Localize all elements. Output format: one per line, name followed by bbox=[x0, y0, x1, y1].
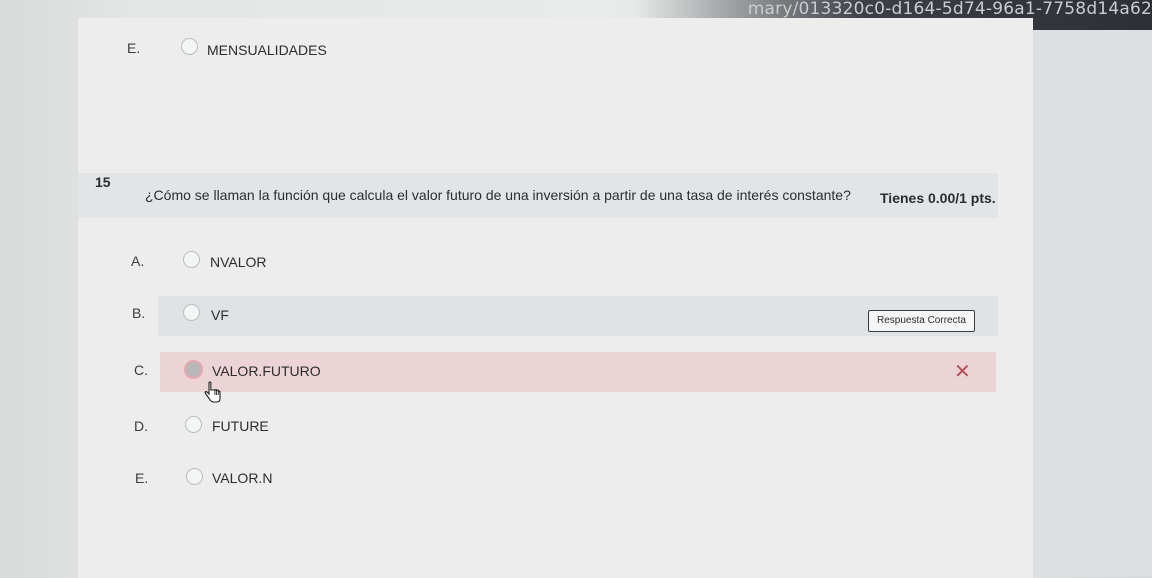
option-e-text: VALOR.N bbox=[212, 470, 273, 486]
prev-option-e-letter: E. bbox=[127, 40, 141, 56]
option-b-radio[interactable] bbox=[183, 304, 200, 321]
hand-cursor-icon bbox=[204, 381, 221, 403]
question-number: 15 bbox=[95, 174, 111, 190]
option-b-text: VF bbox=[211, 307, 229, 323]
option-d-radio[interactable] bbox=[185, 416, 202, 433]
prev-option-e-text: MENSUALIDADES bbox=[207, 42, 327, 58]
option-e-letter: E. bbox=[135, 470, 149, 486]
question-score: Tienes 0.00/1 pts. bbox=[880, 190, 996, 206]
right-column bbox=[1033, 30, 1152, 576]
url-bar-text[interactable]: mary/013320c0-d164-5d74-96a1-7758d14a62 bbox=[748, 0, 1152, 18]
option-e-radio[interactable] bbox=[186, 468, 203, 485]
option-d-letter: D. bbox=[134, 418, 148, 434]
correct-answer-badge: Respuesta Correcta bbox=[868, 310, 975, 332]
option-c-letter: C. bbox=[134, 362, 148, 378]
option-d-text: FUTURE bbox=[212, 418, 269, 434]
option-c-radio-selected[interactable] bbox=[184, 360, 203, 379]
option-a-letter: A. bbox=[131, 253, 145, 269]
question-text: ¿Cómo se llaman la función que calcula e… bbox=[145, 187, 851, 203]
option-c-text: VALOR.FUTURO bbox=[212, 363, 321, 379]
option-a-radio[interactable] bbox=[183, 251, 200, 268]
option-b-letter: B. bbox=[132, 305, 146, 321]
option-a-text: NVALOR bbox=[210, 254, 267, 270]
prev-option-e-radio[interactable] bbox=[181, 38, 198, 55]
wrong-answer-icon: ✕ bbox=[954, 361, 971, 383]
